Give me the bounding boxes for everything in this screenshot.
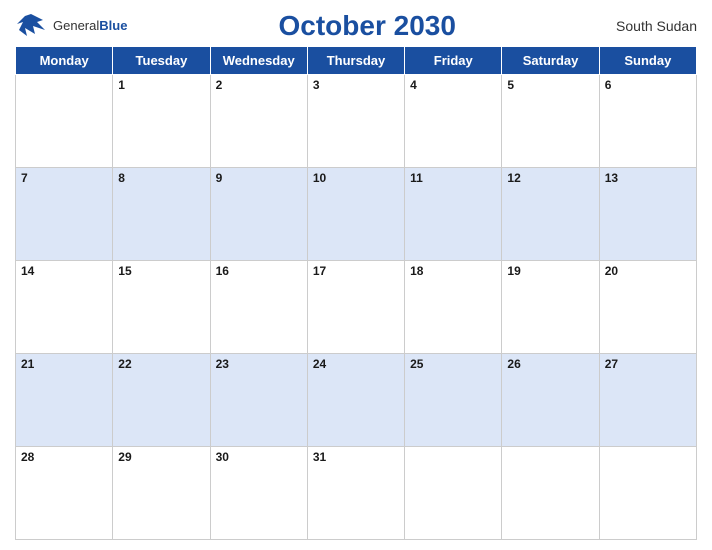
logo: GeneralBlue (15, 12, 127, 40)
day-number: 28 (21, 450, 34, 464)
day-number: 21 (21, 357, 34, 371)
calendar-day-7: 7 (16, 168, 113, 261)
weekday-header-wednesday: Wednesday (210, 47, 307, 75)
day-number: 14 (21, 264, 34, 278)
weekday-header-thursday: Thursday (307, 47, 404, 75)
calendar-week-row: 1 2 3 4 5 6 (16, 75, 697, 168)
weekday-header-tuesday: Tuesday (113, 47, 210, 75)
calendar-week-row: 7 8 9 10 11 12 13 (16, 168, 697, 261)
day-number: 15 (118, 264, 131, 278)
calendar-day-19: 19 (502, 261, 599, 354)
calendar-day-empty (16, 75, 113, 168)
day-number: 29 (118, 450, 131, 464)
day-number: 8 (118, 171, 125, 185)
calendar-day-26: 26 (502, 354, 599, 447)
calendar-day-3: 3 (307, 75, 404, 168)
logo-bird-icon (15, 12, 47, 40)
weekday-header-monday: Monday (16, 47, 113, 75)
calendar-day-empty (599, 447, 696, 540)
calendar-day-25: 25 (405, 354, 502, 447)
calendar-day-1: 1 (113, 75, 210, 168)
calendar-title: October 2030 (127, 10, 607, 42)
day-number: 11 (410, 171, 423, 185)
calendar-day-28: 28 (16, 447, 113, 540)
calendar-week-row: 14 15 16 17 18 19 20 (16, 261, 697, 354)
day-number: 4 (410, 78, 417, 92)
weekday-header-sunday: Sunday (599, 47, 696, 75)
calendar-day-8: 8 (113, 168, 210, 261)
calendar-day-22: 22 (113, 354, 210, 447)
day-number: 10 (313, 171, 326, 185)
day-number: 20 (605, 264, 618, 278)
weekday-header-friday: Friday (405, 47, 502, 75)
calendar-day-20: 20 (599, 261, 696, 354)
day-number: 9 (216, 171, 223, 185)
day-number: 25 (410, 357, 423, 371)
calendar-day-17: 17 (307, 261, 404, 354)
day-number: 22 (118, 357, 131, 371)
day-number: 12 (507, 171, 520, 185)
weekday-header-row: MondayTuesdayWednesdayThursdayFridaySatu… (16, 47, 697, 75)
day-number: 19 (507, 264, 520, 278)
day-number: 23 (216, 357, 229, 371)
calendar-day-2: 2 (210, 75, 307, 168)
calendar-day-16: 16 (210, 261, 307, 354)
day-number: 27 (605, 357, 618, 371)
day-number: 24 (313, 357, 326, 371)
calendar-day-27: 27 (599, 354, 696, 447)
calendar-day-13: 13 (599, 168, 696, 261)
day-number: 1 (118, 78, 125, 92)
day-number: 18 (410, 264, 423, 278)
day-number: 26 (507, 357, 520, 371)
day-number: 16 (216, 264, 229, 278)
calendar-day-9: 9 (210, 168, 307, 261)
country-label: South Sudan (607, 18, 697, 34)
day-number: 17 (313, 264, 326, 278)
calendar-day-24: 24 (307, 354, 404, 447)
day-number: 5 (507, 78, 514, 92)
logo-text: GeneralBlue (53, 17, 127, 35)
calendar-day-5: 5 (502, 75, 599, 168)
calendar-day-21: 21 (16, 354, 113, 447)
day-number: 7 (21, 171, 28, 185)
calendar-day-10: 10 (307, 168, 404, 261)
day-number: 30 (216, 450, 229, 464)
calendar-week-row: 21 22 23 24 25 26 27 (16, 354, 697, 447)
day-number: 3 (313, 78, 320, 92)
calendar-day-6: 6 (599, 75, 696, 168)
calendar-day-12: 12 (502, 168, 599, 261)
calendar-day-empty (502, 447, 599, 540)
weekday-header-saturday: Saturday (502, 47, 599, 75)
calendar-day-23: 23 (210, 354, 307, 447)
calendar-table: MondayTuesdayWednesdayThursdayFridaySatu… (15, 46, 697, 540)
calendar-week-row: 28 29 30 31 (16, 447, 697, 540)
calendar-day-31: 31 (307, 447, 404, 540)
calendar-day-empty (405, 447, 502, 540)
day-number: 2 (216, 78, 223, 92)
calendar-day-14: 14 (16, 261, 113, 354)
calendar-day-4: 4 (405, 75, 502, 168)
day-number: 31 (313, 450, 326, 464)
calendar-day-30: 30 (210, 447, 307, 540)
day-number: 6 (605, 78, 612, 92)
calendar-day-15: 15 (113, 261, 210, 354)
day-number: 13 (605, 171, 618, 185)
calendar-day-18: 18 (405, 261, 502, 354)
calendar-day-29: 29 (113, 447, 210, 540)
calendar-header: GeneralBlue October 2030 South Sudan (15, 10, 697, 42)
calendar-day-11: 11 (405, 168, 502, 261)
